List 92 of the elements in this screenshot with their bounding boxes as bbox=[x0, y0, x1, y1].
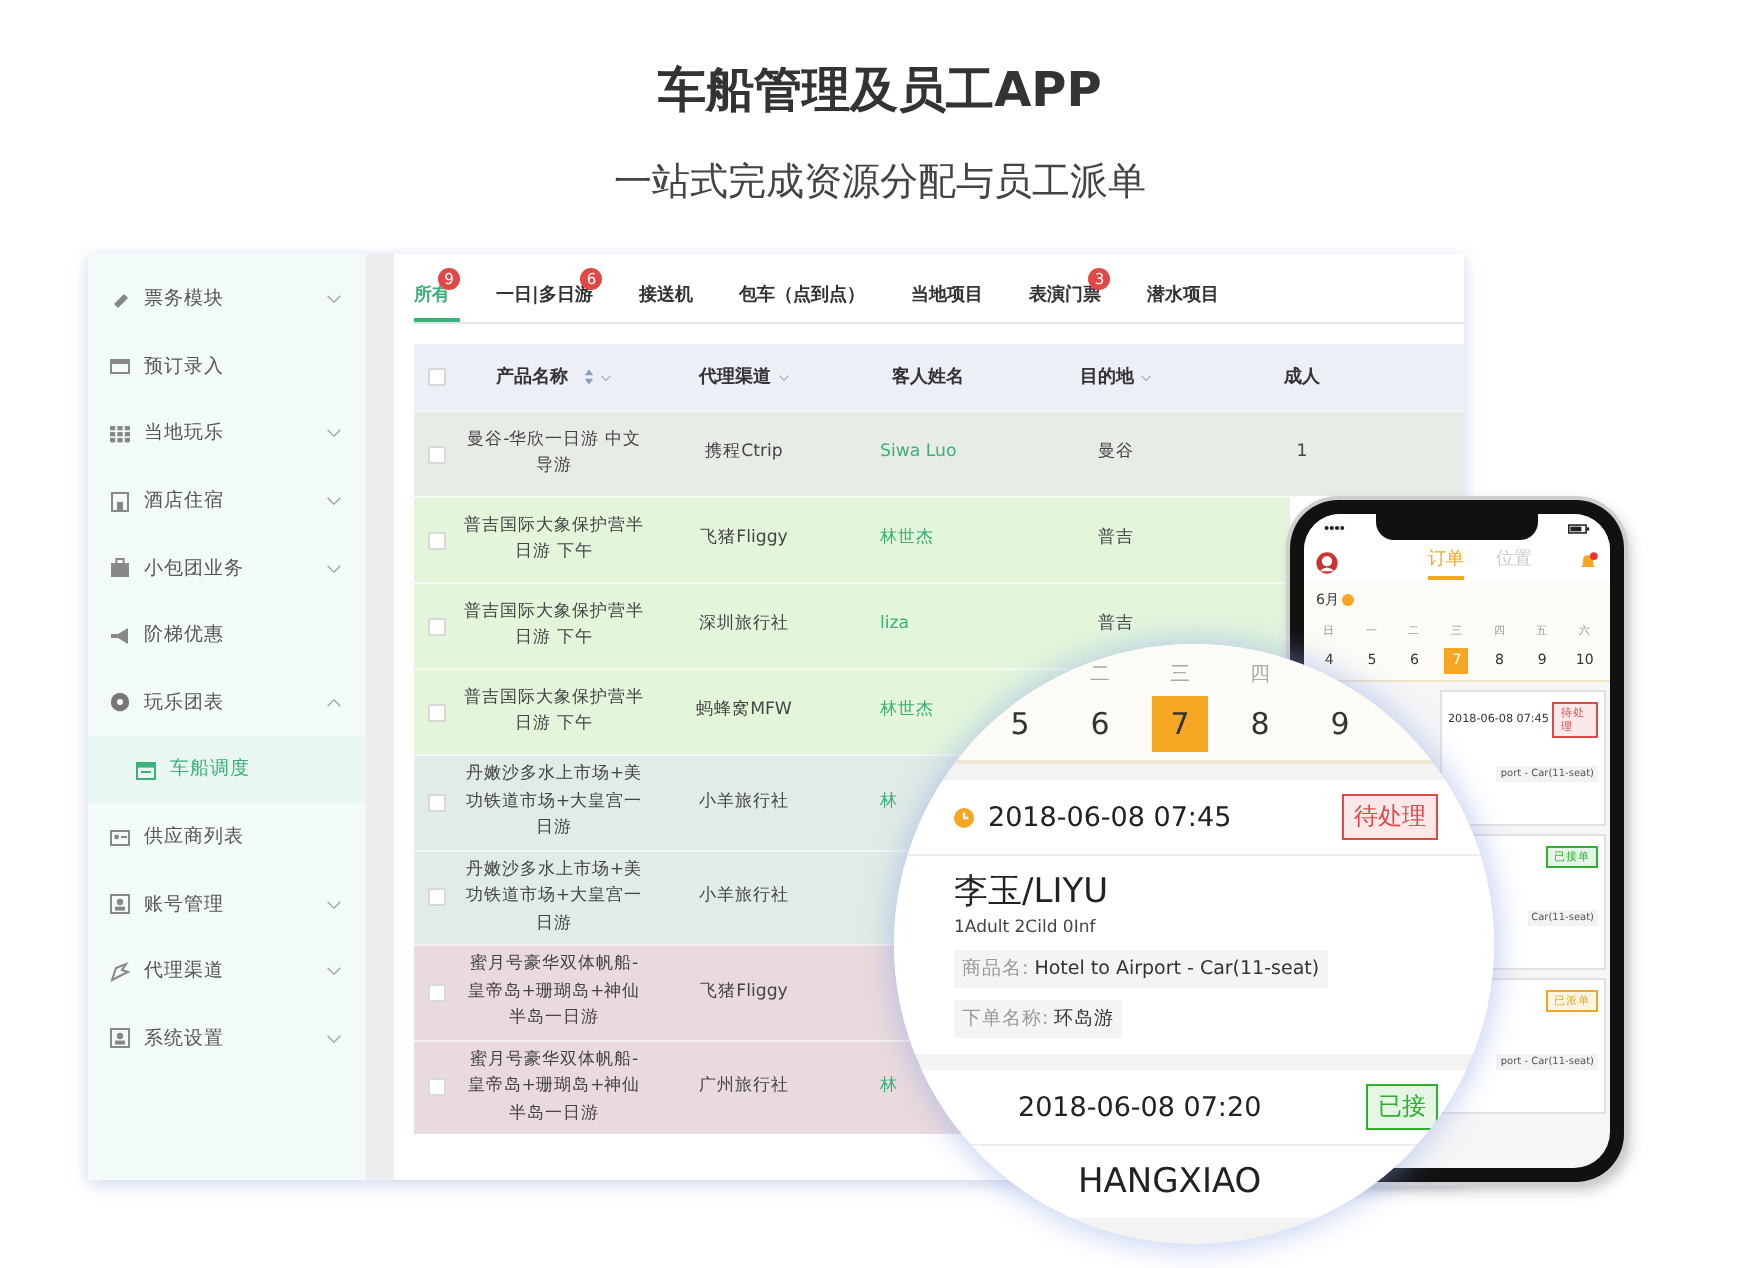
sort-icon[interactable] bbox=[584, 368, 594, 386]
table-cell: 丹嫩沙多水上市场+美功铁道市场+大皇宫一日游 bbox=[465, 859, 643, 933]
table-row[interactable]: 普吉国际大象保护营半日游 下午 飞猪Fliggy 林世杰 普吉 bbox=[414, 496, 1290, 582]
clock-icon bbox=[954, 807, 974, 827]
tab[interactable]: 潜水项目 bbox=[1146, 268, 1219, 322]
table-cell: 蜜月号豪华双体帆船-皇帝岛+珊瑚岛+神仙半岛一日游 bbox=[467, 954, 641, 1028]
dropdown-dot-icon[interactable] bbox=[1342, 594, 1355, 606]
grid-icon bbox=[110, 423, 130, 444]
product-tag: 商品名: Hotel to Airport - Car(11-seat) bbox=[954, 950, 1328, 988]
table-cell: 飞猪Fliggy bbox=[700, 981, 788, 1001]
idcard-icon bbox=[110, 827, 130, 848]
column-header: 目的地 bbox=[1080, 364, 1134, 390]
status-badge: 待处理 bbox=[1342, 794, 1438, 840]
tab[interactable]: 当地项目 bbox=[910, 268, 983, 322]
card-icon bbox=[110, 356, 130, 377]
sidebar-item[interactable]: 酒店住宿 bbox=[88, 467, 366, 535]
chevron-down-icon[interactable] bbox=[1140, 373, 1152, 381]
order-time: 2018-06-08 07:45 bbox=[988, 801, 1234, 833]
table-cell: 曼谷-华欣一日游 中文导游 bbox=[467, 429, 641, 476]
sidebar-item[interactable]: 票务模块 bbox=[88, 266, 366, 334]
chevron-down-icon[interactable] bbox=[600, 373, 612, 381]
signal-icon bbox=[1324, 524, 1350, 532]
checkbox[interactable] bbox=[428, 703, 446, 721]
avatar-icon[interactable] bbox=[1316, 551, 1338, 573]
table-cell: 蜜月号豪华双体帆船-皇帝岛+珊瑚岛+神仙半岛一日游 bbox=[467, 1049, 641, 1123]
table-row[interactable]: 普吉国际大象保护营半日游 下午 深圳旅行社 liza 普吉 bbox=[414, 582, 1290, 668]
table-cell: 普吉 bbox=[1098, 528, 1134, 549]
table-cell: 小羊旅行社 bbox=[699, 886, 789, 906]
table-cell: 曼谷 bbox=[1098, 442, 1134, 463]
date-cell[interactable]: 5 bbox=[980, 696, 1060, 752]
table-cell: 小羊旅行社 bbox=[699, 791, 789, 811]
sidebar-item[interactable]: 阶梯优惠 bbox=[88, 601, 366, 670]
building-icon bbox=[110, 491, 130, 512]
table-cell: 普吉国际大象保护营半日游 下午 bbox=[464, 515, 644, 562]
portrait-icon bbox=[110, 1028, 130, 1049]
table-cell: 普吉 bbox=[1098, 614, 1134, 635]
table-cell: 1 bbox=[1296, 442, 1308, 463]
sidebar-item[interactable]: 预订录入 bbox=[88, 333, 366, 401]
battery-icon bbox=[1568, 523, 1590, 533]
sidebar-item[interactable]: 系统设置 bbox=[88, 1005, 366, 1073]
briefcase-icon bbox=[110, 558, 130, 579]
bell-icon[interactable] bbox=[1578, 552, 1598, 572]
weekday-label: 二 bbox=[1088, 662, 1112, 688]
weekday-label: 三 bbox=[1168, 662, 1192, 688]
date-cell[interactable]: 9 bbox=[1300, 696, 1380, 752]
sidebar-item[interactable]: 供应商列表 bbox=[88, 803, 366, 871]
tab[interactable]: 包车（点到点） bbox=[738, 268, 865, 322]
chevron-down-icon[interactable] bbox=[777, 373, 789, 381]
order-time: 2018-06-08 07:20 bbox=[1018, 1091, 1264, 1123]
page-subtitle: 一站式完成资源分配与员工派单 bbox=[614, 158, 1146, 206]
table-row[interactable]: 曼谷-华欣一日游 中文导游 携程Ctrip Siwa Luo 曼谷 1 bbox=[414, 410, 1464, 496]
table-cell: 丹嫩沙多水上市场+美功铁道市场+大皇宫一日游 bbox=[465, 764, 643, 838]
checkbox[interactable] bbox=[428, 1078, 446, 1097]
ticket-icon bbox=[110, 289, 130, 310]
page-title: 车船管理及员工APP bbox=[658, 60, 1102, 120]
tab[interactable]: 接送机 bbox=[638, 268, 693, 322]
table-cell: 广州旅行社 bbox=[699, 1076, 789, 1096]
status-badge: 已接 bbox=[1366, 1084, 1438, 1130]
table-cell: 飞猪Fliggy bbox=[700, 528, 788, 549]
column-header: 成人 bbox=[1284, 364, 1320, 390]
guest-name: HANGXIAO bbox=[1078, 1162, 1264, 1202]
date-cell[interactable]: 7 bbox=[1152, 696, 1208, 752]
checkbox[interactable] bbox=[428, 888, 446, 907]
table-cell: 携程Ctrip bbox=[705, 442, 783, 463]
table-cell: 深圳旅行社 bbox=[699, 614, 789, 635]
portrait-icon bbox=[110, 894, 130, 915]
checkbox[interactable] bbox=[428, 793, 446, 812]
order-name-tag: 下单名称: 环岛游 bbox=[954, 1000, 1123, 1038]
megaphone-icon bbox=[110, 625, 130, 646]
sidebar-item[interactable]: 小包团业务 bbox=[88, 534, 366, 602]
weekday-label: 四 bbox=[1248, 662, 1272, 688]
sidebar-item[interactable]: 玩乐团表 bbox=[88, 669, 366, 737]
checkbox[interactable] bbox=[428, 368, 446, 386]
sidebar-item[interactable]: 当地玩乐 bbox=[88, 400, 366, 468]
sidebar-item[interactable]: 代理渠道 bbox=[88, 937, 366, 1006]
column-header: 产品名称 bbox=[496, 364, 568, 390]
passenger-count: 1Adult 2Cild 0Inf bbox=[954, 918, 1098, 938]
table-cell: 普吉国际大象保护营半日游 下午 bbox=[464, 601, 644, 648]
table-cell: 普吉国际大象保护营半日游 下午 bbox=[464, 687, 644, 734]
table-cell: 蚂蜂窝MFW bbox=[696, 700, 792, 721]
date-cell[interactable]: 6 bbox=[1060, 696, 1140, 752]
disc-icon bbox=[110, 692, 130, 713]
order-card[interactable]: 2018-06-08 07:45 待处理 李玉/LIYU 1Adult 2Cild 0Inf 商品名: Hotel to Airport - Car(11-seat) 下单名称: 环岛游 bbox=[894, 780, 1494, 1054]
guest-name: 李玉/LIYU bbox=[954, 870, 1111, 914]
checkbox[interactable] bbox=[428, 445, 446, 463]
sidebar-item[interactable]: 账号管理 bbox=[88, 870, 366, 938]
checkbox[interactable] bbox=[428, 983, 446, 1002]
column-header: 代理渠道 bbox=[699, 364, 771, 390]
column-header: 客人姓名 bbox=[892, 364, 964, 390]
checkbox[interactable] bbox=[428, 617, 446, 635]
calendar-icon bbox=[136, 759, 156, 780]
checkbox[interactable] bbox=[428, 531, 446, 549]
